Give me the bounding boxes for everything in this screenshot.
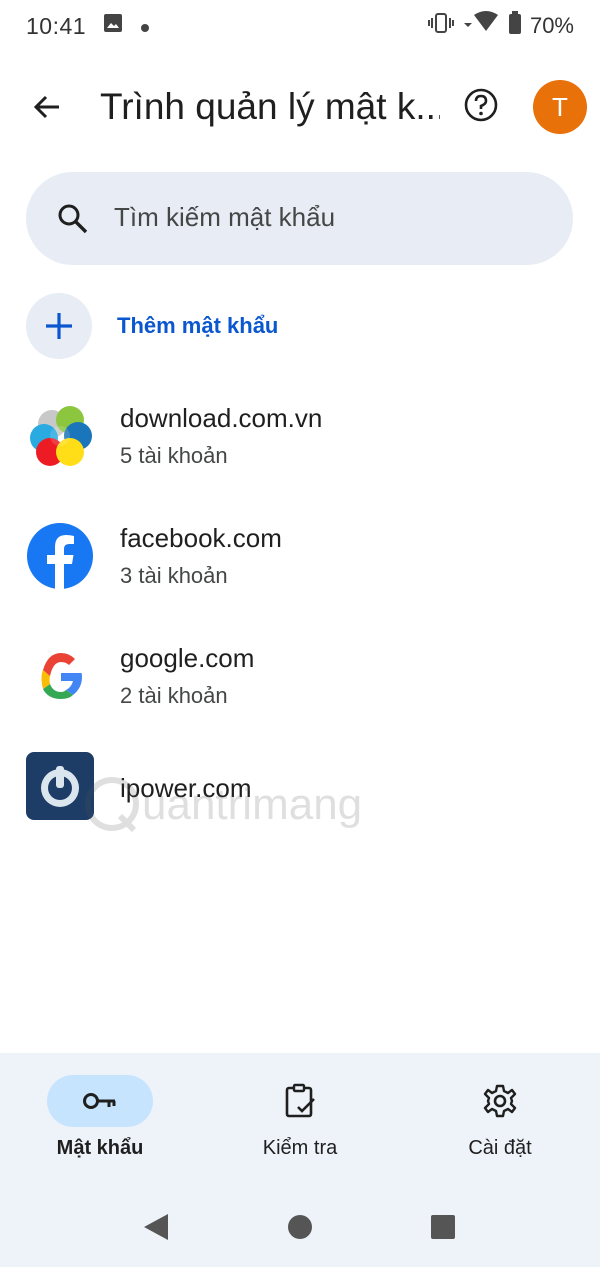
nav-checkup-label: Kiểm tra — [262, 1137, 338, 1159]
status-time: 10:41 — [26, 12, 87, 39]
arrow-back-icon — [33, 95, 59, 119]
gear-icon — [483, 1084, 517, 1118]
ipower-logo-icon — [26, 752, 94, 820]
back-button[interactable] — [22, 82, 72, 132]
nav-checkup[interactable]: Kiểm tra — [225, 1075, 375, 1160]
system-recents-icon[interactable] — [430, 1214, 456, 1240]
clipboard-check-icon — [285, 1083, 315, 1118]
site-name: download.com.vn — [120, 403, 323, 433]
search-bar[interactable]: Tìm kiếm mật khẩu — [26, 172, 573, 265]
account-count: 3 tài khoản — [120, 563, 228, 588]
battery-percent: 70% — [529, 13, 574, 38]
nav-settings[interactable]: Cài đặt — [425, 1075, 575, 1160]
list-item-ipower[interactable]: ipower.com — [26, 752, 586, 822]
google-logo-icon — [41, 653, 82, 699]
site-name: facebook.com — [120, 523, 282, 553]
add-password-button[interactable]: Thêm mật khẩu — [26, 293, 586, 359]
list-item-download[interactable]: download.com.vn 5 tài khoản — [26, 402, 586, 472]
add-circle — [26, 293, 92, 359]
wifi-icon — [462, 11, 500, 41]
add-password-label: Thêm mật khẩu — [117, 313, 279, 338]
search-placeholder: Tìm kiếm mật khẩu — [114, 202, 336, 232]
status-bar: 10:41 70% — [0, 0, 600, 52]
app-bar: Trình quản lý mật k... T — [0, 60, 600, 152]
nav-checkup-pill — [247, 1075, 353, 1127]
account-count: 5 tài khoản — [120, 443, 228, 468]
avatar[interactable]: T — [533, 80, 587, 134]
account-count: 2 tài khoản — [120, 683, 228, 708]
plus-icon — [46, 313, 72, 339]
nav-passwords-pill — [47, 1075, 153, 1127]
site-name: ipower.com — [120, 773, 252, 803]
nav-settings-pill — [447, 1075, 553, 1127]
help-button[interactable] — [458, 82, 504, 128]
search-icon — [58, 204, 88, 234]
nav-passwords-label: Mật khẩu — [56, 1137, 144, 1159]
nav-settings-label: Cài đặt — [468, 1137, 532, 1159]
system-navigation-bar — [0, 1190, 600, 1267]
site-name: google.com — [120, 643, 255, 673]
vibrate-icon — [427, 11, 454, 41]
notification-dot-icon — [140, 13, 150, 39]
battery-icon — [508, 11, 522, 41]
list-item-google[interactable]: google.com 2 tài khoản — [26, 642, 586, 712]
key-icon — [83, 1093, 116, 1109]
help-icon — [464, 88, 498, 122]
download-com-vn-logo-icon — [30, 406, 92, 466]
gallery-notification-icon — [102, 12, 124, 40]
nav-passwords[interactable]: Mật khẩu — [25, 1075, 175, 1160]
facebook-logo-icon — [27, 523, 93, 590]
system-back-icon[interactable] — [142, 1212, 170, 1242]
system-home-icon[interactable] — [287, 1214, 313, 1240]
list-item-facebook[interactable]: facebook.com 3 tài khoản — [26, 522, 586, 592]
page-title: Trình quản lý mật k... — [100, 86, 440, 127]
